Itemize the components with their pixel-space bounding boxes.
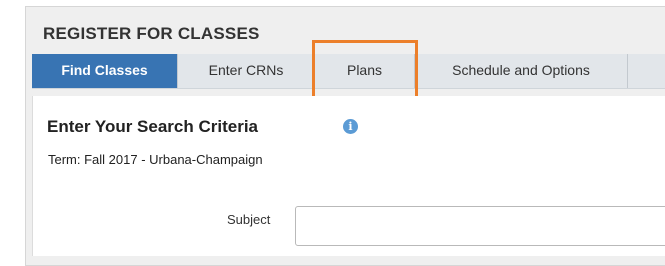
page-title: REGISTER FOR CLASSES [43,24,260,43]
subject-input[interactable] [295,206,665,246]
tab-plans[interactable]: Plans [315,54,415,88]
tab-bar: Find Classes Enter CRNs Plans Schedule a… [32,54,665,89]
search-criteria-heading: Enter Your Search Criteria [47,117,259,136]
subject-label: Subject [227,212,271,227]
tab-enter-crns[interactable]: Enter CRNs [178,54,315,88]
info-icon[interactable]: i [343,119,358,134]
term-label: Term: Fall 2017 - Urbana-Champaign [48,152,263,167]
tab-overflow[interactable] [628,54,665,88]
tab-schedule-and-options[interactable]: Schedule and Options [415,54,628,88]
tab-find-classes[interactable]: Find Classes [32,54,178,88]
